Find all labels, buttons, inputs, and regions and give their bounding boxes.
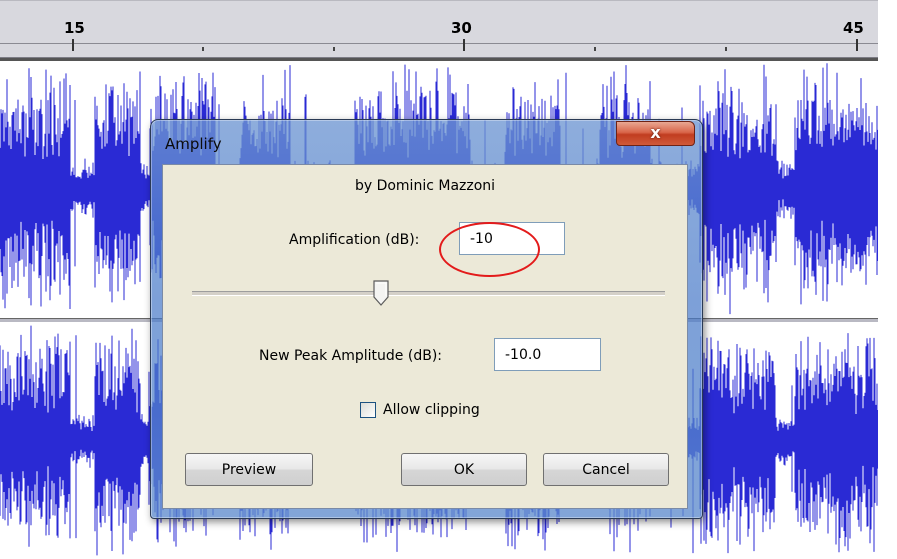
ruler-major-tick [856,39,858,51]
preview-button[interactable]: Preview [185,453,313,486]
timeline-ruler[interactable]: 15 30 45 [0,0,897,59]
close-button[interactable]: x [616,121,695,146]
ruler-label: 15 [64,19,85,37]
ok-button[interactable]: OK [401,453,527,486]
allow-clipping-checkbox[interactable] [360,402,376,418]
plugin-author: by Dominic Mazzoni [354,178,496,194]
ruler-minor-tick [333,47,335,51]
ruler-major-tick [463,39,465,51]
amplification-input[interactable] [459,222,565,255]
cancel-button[interactable]: Cancel [543,453,669,486]
close-icon: x [650,123,661,142]
track-area-edge [878,0,897,559]
amplify-dialog: Amplify x by Dominic Mazzoni Amplificati… [150,119,703,519]
peak-amplitude-input[interactable] [494,338,601,371]
ruler-baseline [0,43,897,44]
amplification-label: Amplification (dB): [289,232,420,248]
ruler-minor-tick [725,47,727,51]
peak-amplitude-label: New Peak Amplitude (dB): [259,348,443,364]
amplification-slider-thumb[interactable] [373,280,389,306]
ruler-major-tick [72,39,74,51]
ruler-label: 30 [451,19,472,37]
amplification-slider-track[interactable] [192,291,665,296]
ruler-minor-tick [594,47,596,51]
allow-clipping-label[interactable]: Allow clipping [383,402,480,418]
ruler-label: 45 [843,19,864,37]
ruler-minor-tick [202,47,204,51]
dialog-title: Amplify [165,135,222,153]
dialog-client-area: by Dominic Mazzoni Amplification (dB): N… [162,164,688,509]
